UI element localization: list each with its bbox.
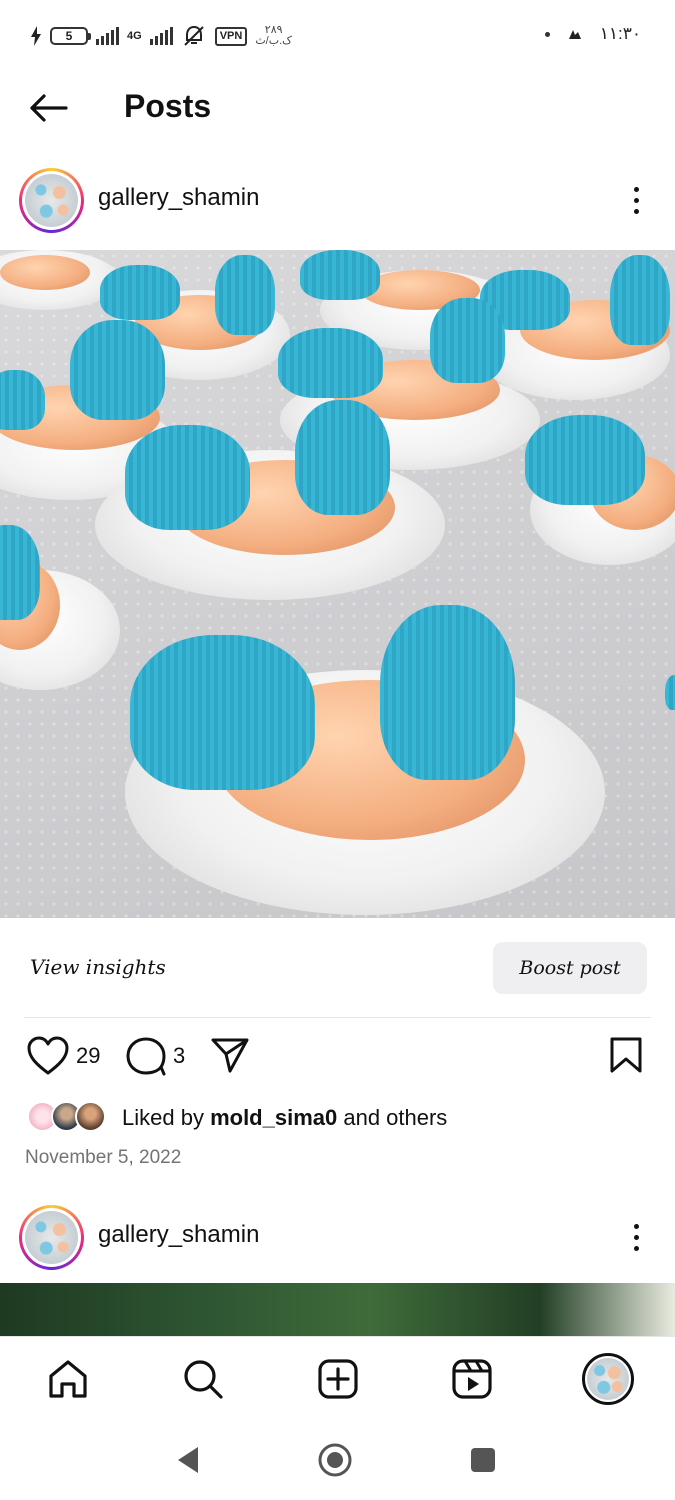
nav-home[interactable] <box>46 1357 90 1401</box>
data-speed-unit: ک.ب/ث <box>255 35 292 47</box>
battery-icon: 5 <box>50 27 91 45</box>
charging-icon <box>31 26 41 46</box>
post-image[interactable] <box>0 250 675 918</box>
signal-icon-2 <box>149 27 173 45</box>
heart-icon <box>27 1036 69 1075</box>
next-post-header: gallery_shamin <box>0 1197 675 1277</box>
muted-bell-icon <box>183 25 204 46</box>
data-speed: ۲۸۹ ک.ب/ث <box>255 25 292 47</box>
liker-avatar <box>75 1101 106 1132</box>
system-home-icon <box>318 1443 352 1477</box>
status-bar: 5 4G VPN ۲۸۹ ک.ب/ث ۱۱:۳۰ <box>0 0 675 70</box>
bookmark-icon <box>610 1037 642 1073</box>
comment-icon <box>126 1037 166 1076</box>
post-actions: 29 3 <box>0 1030 675 1086</box>
save-button[interactable] <box>609 1036 643 1074</box>
vpn-badge: VPN <box>214 26 248 46</box>
like-action[interactable]: 29 <box>26 1036 100 1076</box>
nav-reels[interactable] <box>450 1357 494 1401</box>
network-type: 4G <box>127 30 142 42</box>
comment-action[interactable]: 3 <box>125 1036 185 1076</box>
more-options-button[interactable] <box>619 180 653 220</box>
battery-level: 5 <box>65 29 73 43</box>
bottom-nav <box>0 1336 675 1420</box>
comment-count: 3 <box>173 1043 186 1068</box>
next-post-username[interactable]: gallery_shamin <box>98 1221 259 1249</box>
app-notification-icon <box>568 30 581 39</box>
create-icon <box>318 1359 358 1399</box>
back-button[interactable] <box>24 88 72 128</box>
reels-icon <box>452 1359 492 1399</box>
more-options-button[interactable] <box>619 1217 653 1257</box>
post-username[interactable]: gallery_shamin <box>98 184 259 212</box>
page-title: Posts <box>124 88 212 124</box>
divider <box>24 1017 651 1018</box>
boost-post-button[interactable]: Boost post <box>493 942 647 994</box>
post-date: November 5, 2022 <box>25 1147 182 1168</box>
like-count: 29 <box>76 1043 101 1068</box>
home-icon <box>49 1360 87 1398</box>
notification-dot-icon <box>544 31 550 37</box>
share-button[interactable] <box>210 1036 250 1074</box>
system-home-button[interactable] <box>315 1440 355 1480</box>
send-icon <box>211 1038 249 1073</box>
avatar[interactable] <box>19 1205 84 1270</box>
system-back-button[interactable] <box>168 1440 208 1480</box>
app-header: Posts <box>0 70 675 148</box>
post-header: gallery_shamin <box>0 160 675 240</box>
system-recents-icon <box>471 1448 495 1472</box>
insights-row: View insights Boost post <box>0 935 675 1005</box>
search-icon <box>184 1360 223 1399</box>
system-nav-bar <box>0 1420 675 1500</box>
avatar[interactable] <box>19 168 84 233</box>
next-post-image[interactable] <box>0 1283 675 1336</box>
clock: ۱۱:۳۰ <box>599 24 641 43</box>
signal-icon <box>96 27 119 45</box>
system-recents-button[interactable] <box>463 1440 503 1480</box>
system-back-icon <box>178 1447 198 1473</box>
liked-by-text: Liked by mold_sima0 and others <box>122 1105 448 1130</box>
view-insights-link[interactable]: View insights <box>30 955 166 979</box>
nav-search[interactable] <box>181 1357 225 1401</box>
nav-create[interactable] <box>316 1357 360 1401</box>
status-right: ۱۱:۳۰ <box>544 24 641 44</box>
nav-profile-avatar[interactable] <box>582 1353 634 1405</box>
liked-by-row[interactable]: Liked by mold_sima0 and others <box>0 1096 675 1140</box>
liked-by-username[interactable]: mold_sima0 <box>210 1105 337 1130</box>
back-arrow-icon <box>30 94 68 122</box>
status-left: 5 4G VPN ۲۸۹ ک.ب/ث <box>30 22 292 50</box>
